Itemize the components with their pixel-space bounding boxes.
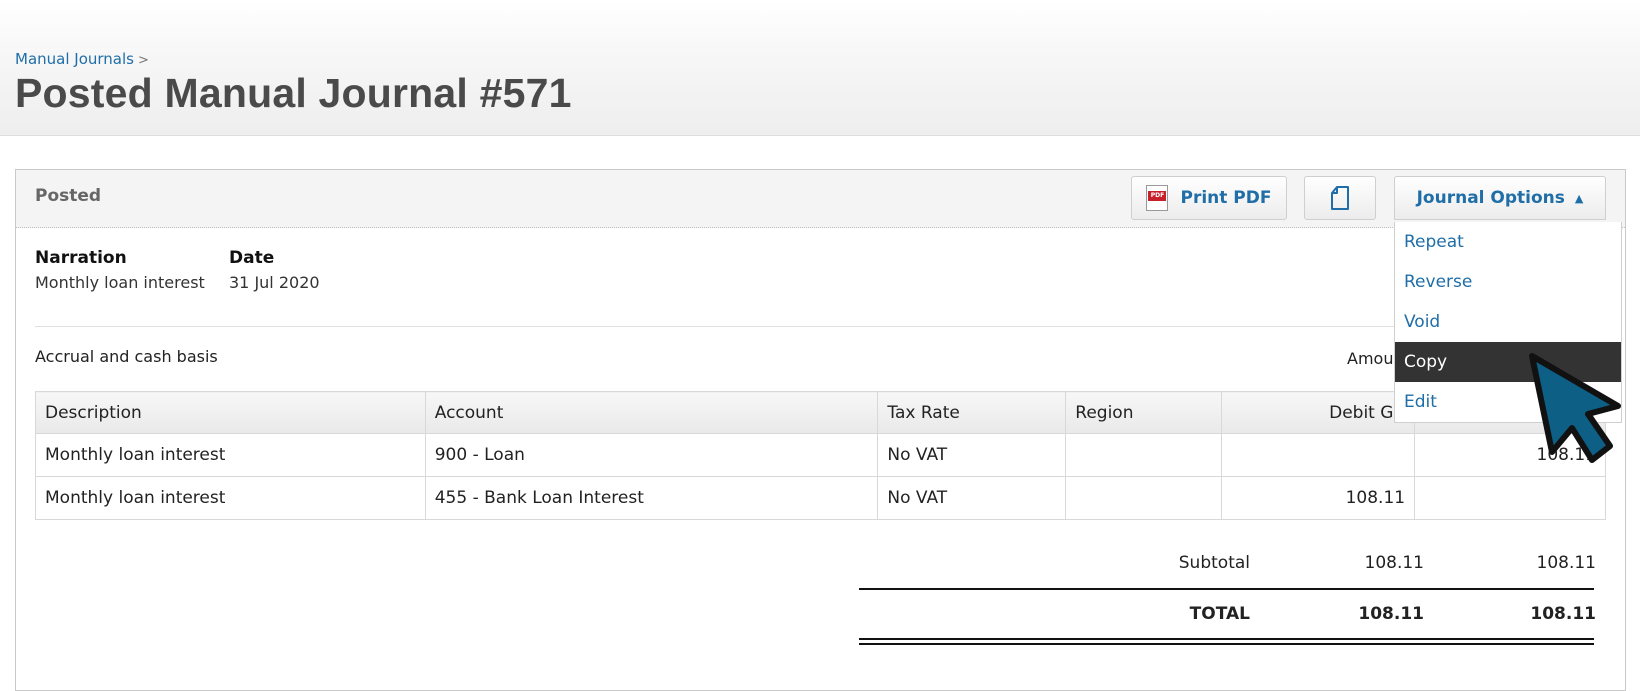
total-credit: 108.11 [1530, 604, 1596, 624]
total-debit: 108.11 [1358, 604, 1424, 624]
column-header-region: Region [1065, 391, 1223, 434]
subtotal-debit: 108.11 [1364, 553, 1424, 573]
cell-region [1065, 433, 1223, 477]
status-label: Posted [35, 186, 102, 206]
cell-description: Monthly loan interest [35, 476, 426, 520]
menu-item-reverse[interactable]: Reverse [1395, 262, 1621, 302]
amounts-label: Amou [1347, 349, 1394, 368]
pdf-icon: PDF [1146, 185, 1169, 211]
date-value: 31 Jul 2020 [229, 273, 320, 292]
journal-options-label: Journal Options [1416, 188, 1565, 208]
table-header-row: Description Account Tax Rate Region Debi… [35, 391, 1606, 434]
cell-account: 900 - Loan [424, 433, 879, 477]
cell-region [1065, 476, 1223, 520]
table-row: Monthly loan interest 900 - Loan No VAT … [35, 433, 1606, 477]
journal-options-button[interactable]: Journal Options ▲ [1394, 176, 1606, 220]
accounting-basis: Accrual and cash basis [35, 347, 218, 366]
print-pdf-button[interactable]: PDF Print PDF [1131, 176, 1287, 220]
caret-up-icon: ▲ [1574, 191, 1584, 205]
journal-lines-table: Description Account Tax Rate Region Debi… [35, 391, 1606, 520]
cell-tax-rate: No VAT [877, 476, 1067, 520]
page-title: Posted Manual Journal #571 [15, 70, 572, 116]
breadcrumb-separator: > [137, 53, 149, 68]
column-header-debit: Debit GB [1221, 391, 1416, 434]
breadcrumb-manual-journals-link[interactable]: Manual Journals [15, 50, 134, 68]
total-label: TOTAL [1189, 604, 1250, 624]
total-rule-bottom [859, 643, 1594, 645]
cell-description: Monthly loan interest [35, 433, 426, 477]
cell-tax-rate: No VAT [877, 433, 1067, 477]
subtotal-rule [859, 588, 1594, 590]
breadcrumb: Manual Journals > [15, 50, 149, 68]
column-header-tax-rate: Tax Rate [877, 391, 1067, 434]
print-pdf-label: Print PDF [1180, 188, 1272, 208]
table-row: Monthly loan interest 455 - Bank Loan In… [35, 476, 1606, 520]
cell-credit [1414, 476, 1606, 520]
column-header-account: Account [424, 391, 879, 434]
menu-item-repeat[interactable]: Repeat [1395, 222, 1621, 262]
cell-account: 455 - Bank Loan Interest [424, 476, 879, 520]
narration-value: Monthly loan interest [35, 273, 205, 292]
subtotal-credit: 108.11 [1536, 553, 1596, 573]
journal-panel: Posted PDF Print PDF Journal Options ▲ R… [15, 169, 1626, 691]
mouse-cursor-icon [1529, 353, 1621, 463]
column-header-description: Description [35, 391, 426, 434]
panel-toolbar: Posted PDF Print PDF Journal Options ▲ [16, 170, 1625, 228]
subtotal-label: Subtotal [1178, 553, 1250, 573]
date-label: Date [229, 248, 275, 268]
document-icon [1331, 186, 1349, 210]
total-rule-top [859, 638, 1594, 640]
section-divider [35, 326, 1605, 327]
cell-debit [1221, 433, 1416, 477]
menu-item-void[interactable]: Void [1395, 302, 1621, 342]
cell-debit: 108.11 [1221, 476, 1416, 520]
narration-label: Narration [35, 248, 127, 268]
page-header: Manual Journals > Posted Manual Journal #… [0, 0, 1640, 136]
copy-document-button[interactable] [1304, 176, 1376, 220]
